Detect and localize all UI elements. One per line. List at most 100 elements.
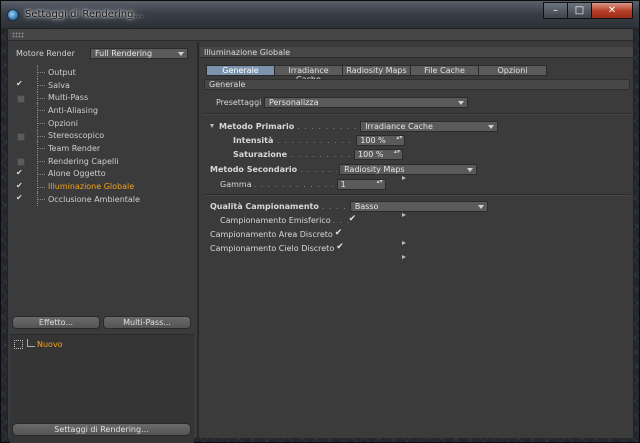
settings-tree-item[interactable]: Alone Oggetto: [14, 166, 190, 181]
settings-tree-item-label: Rendering Capelli: [48, 156, 119, 166]
quality-dropdown[interactable]: Basso: [349, 200, 488, 212]
tab-file-cache[interactable]: File Cache: [410, 65, 479, 76]
tab-opzioni[interactable]: Opzioni: [478, 65, 547, 76]
group-generale-header[interactable]: Generale: [204, 79, 630, 90]
no-checkbox-spacer: [14, 105, 26, 115]
settings-tree-item[interactable]: Salva: [14, 78, 190, 93]
enable-checkbox[interactable]: [14, 156, 26, 167]
collapse-triangle-icon[interactable]: [210, 124, 214, 128]
area-checkbox[interactable]: [335, 228, 344, 239]
tab-irradiance-cache[interactable]: Irradiance Cache: [274, 65, 343, 84]
expand-triangle-icon[interactable]: [402, 255, 406, 259]
gamma-label: Gamma: [220, 179, 252, 189]
settings-tree-item[interactable]: Stereoscopico: [14, 128, 190, 143]
preset-row: Presettaggi Personalizza: [216, 96, 468, 108]
secondary-method-value: Radiosity Maps: [344, 164, 405, 174]
enable-checkbox[interactable]: [14, 181, 26, 192]
grip-icon[interactable]: [12, 32, 24, 38]
settings-tree: Output Salva Multi-Pass Anti-Aliasing Opzion…: [14, 65, 190, 207]
renderer-dropdown[interactable]: Full Rendering: [90, 47, 188, 59]
intensity-dots: . . . . . . . . . . . . .: [277, 135, 354, 145]
settings-tree-item[interactable]: Team Render: [14, 141, 190, 156]
settings-tree-item[interactable]: Anti-Aliasing: [14, 103, 190, 118]
expand-triangle-icon[interactable]: [402, 176, 406, 180]
tree-branch-icon: [34, 78, 48, 93]
enable-checkbox[interactable]: [14, 193, 26, 204]
dialog-body: Motore Render Full Rendering Output Salva…: [7, 28, 634, 443]
chevron-down-icon: [178, 51, 184, 56]
chevron-down-icon: [488, 124, 495, 129]
minimize-button[interactable]: –: [543, 2, 568, 19]
window-title: Settaggi di Rendering...: [25, 9, 144, 20]
secondary-method-label: Metodo Secondario: [210, 164, 298, 174]
settings-tree-item[interactable]: Multi-Pass: [14, 90, 190, 105]
tab-radiosity-maps[interactable]: Radiosity Maps: [342, 65, 411, 76]
spinner-arrows-icon[interactable]: ▴▾: [396, 134, 402, 141]
tree-branch-icon: [34, 65, 48, 80]
expand-triangle-icon[interactable]: [402, 213, 406, 217]
saturation-value: 100 %: [358, 149, 384, 159]
spinner-arrows-icon[interactable]: ▴▾: [377, 178, 383, 185]
enable-checkbox[interactable]: [14, 79, 26, 90]
renderer-label: Motore Render: [16, 48, 75, 58]
no-checkbox-spacer: [14, 118, 26, 128]
preset-item-label: Nuovo: [37, 340, 63, 349]
tab-bar: Generale Irradiance Cache Radiosity Maps…: [206, 65, 547, 84]
quality-row: Qualità Campionamento . . . . . Basso: [210, 200, 488, 217]
maximize-button[interactable]: □: [567, 2, 592, 19]
settings-tree-item-label: Opzioni: [48, 118, 78, 128]
hemi-checkbox[interactable]: [349, 214, 358, 225]
render-settings-button[interactable]: Settaggi di Rendering...: [12, 423, 191, 436]
secondary-method-dropdown[interactable]: Radiosity Maps: [339, 163, 478, 175]
spinner-arrows-icon[interactable]: ▴▾: [394, 148, 400, 155]
panel-divider[interactable]: [197, 42, 199, 438]
close-button[interactable]: ✕: [591, 2, 633, 19]
intensity-value: 100 %: [360, 135, 386, 145]
tree-branch-icon: [34, 90, 48, 105]
gamma-dots: . . . . . . . . . . . . . . . . . . .: [253, 179, 335, 189]
sky-checkbox[interactable]: [336, 242, 345, 253]
app-icon: [7, 9, 19, 21]
multipass-button[interactable]: Multi-Pass...: [103, 316, 191, 329]
settings-tree-item-label: Stereoscopico: [48, 131, 105, 141]
hemi-dots: . . .: [332, 215, 349, 225]
area-row: Campionamento Area Discreto: [210, 228, 406, 245]
enable-checkbox[interactable]: [14, 168, 26, 179]
secondary-method-dots: . . . . . . . .: [300, 164, 337, 174]
settings-tree-item-label: Multi-Pass: [48, 93, 89, 103]
tree-branch-icon: [34, 128, 48, 143]
expand-triangle-icon[interactable]: [402, 241, 406, 245]
settings-tree-item[interactable]: Illuminazione Globale: [14, 179, 190, 194]
tree-branch-icon: [34, 166, 48, 181]
tab-generale[interactable]: Generale: [206, 65, 275, 76]
settings-tree-item[interactable]: Opzioni: [14, 116, 190, 131]
settings-tree-item[interactable]: Rendering Capelli: [14, 154, 190, 169]
preset-item[interactable]: Nuovo: [14, 338, 63, 349]
effect-button[interactable]: Effetto...: [12, 316, 100, 329]
no-checkbox-spacer: [14, 67, 26, 77]
expand-icon[interactable]: [14, 340, 23, 349]
toolbar-strip: [8, 29, 633, 41]
settings-tree-item-label: Team Render: [48, 143, 101, 153]
saturation-field[interactable]: 100 % ▴▾: [354, 148, 404, 160]
title-bar[interactable]: Settaggi di Rendering... – □ ✕: [1, 1, 639, 28]
primary-method-dropdown[interactable]: Irradiance Cache: [360, 120, 499, 132]
right-panel: Illuminazione Globale Generale Irradianc…: [200, 42, 633, 438]
enable-checkbox[interactable]: [14, 131, 26, 141]
enable-checkbox[interactable]: [14, 93, 26, 103]
primary-method-value: Irradiance Cache: [365, 121, 433, 131]
secondary-method-row: Metodo Secondario . . . . . . . . Radios…: [210, 163, 478, 180]
settings-tree-item-label: Anti-Aliasing: [48, 105, 98, 115]
settings-tree-item[interactable]: Occlusione Ambientale: [14, 192, 190, 207]
settings-tree-item-label: Occlusione Ambientale: [48, 194, 140, 204]
saturation-label: Saturazione: [233, 149, 288, 159]
intensity-field[interactable]: 100 % ▴▾: [356, 134, 406, 146]
settings-tree-item-label: Salva: [48, 80, 70, 90]
separator: [204, 194, 630, 196]
preset-dropdown[interactable]: Personalizza: [264, 96, 468, 108]
area-label: Campionamento Area Discreto: [210, 229, 333, 239]
gamma-field[interactable]: 1 ▴▾: [336, 178, 386, 190]
sky-label: Campionamento Cielo Discreto: [210, 243, 335, 253]
no-checkbox-spacer: [14, 143, 26, 153]
settings-tree-item[interactable]: Output: [14, 65, 190, 80]
